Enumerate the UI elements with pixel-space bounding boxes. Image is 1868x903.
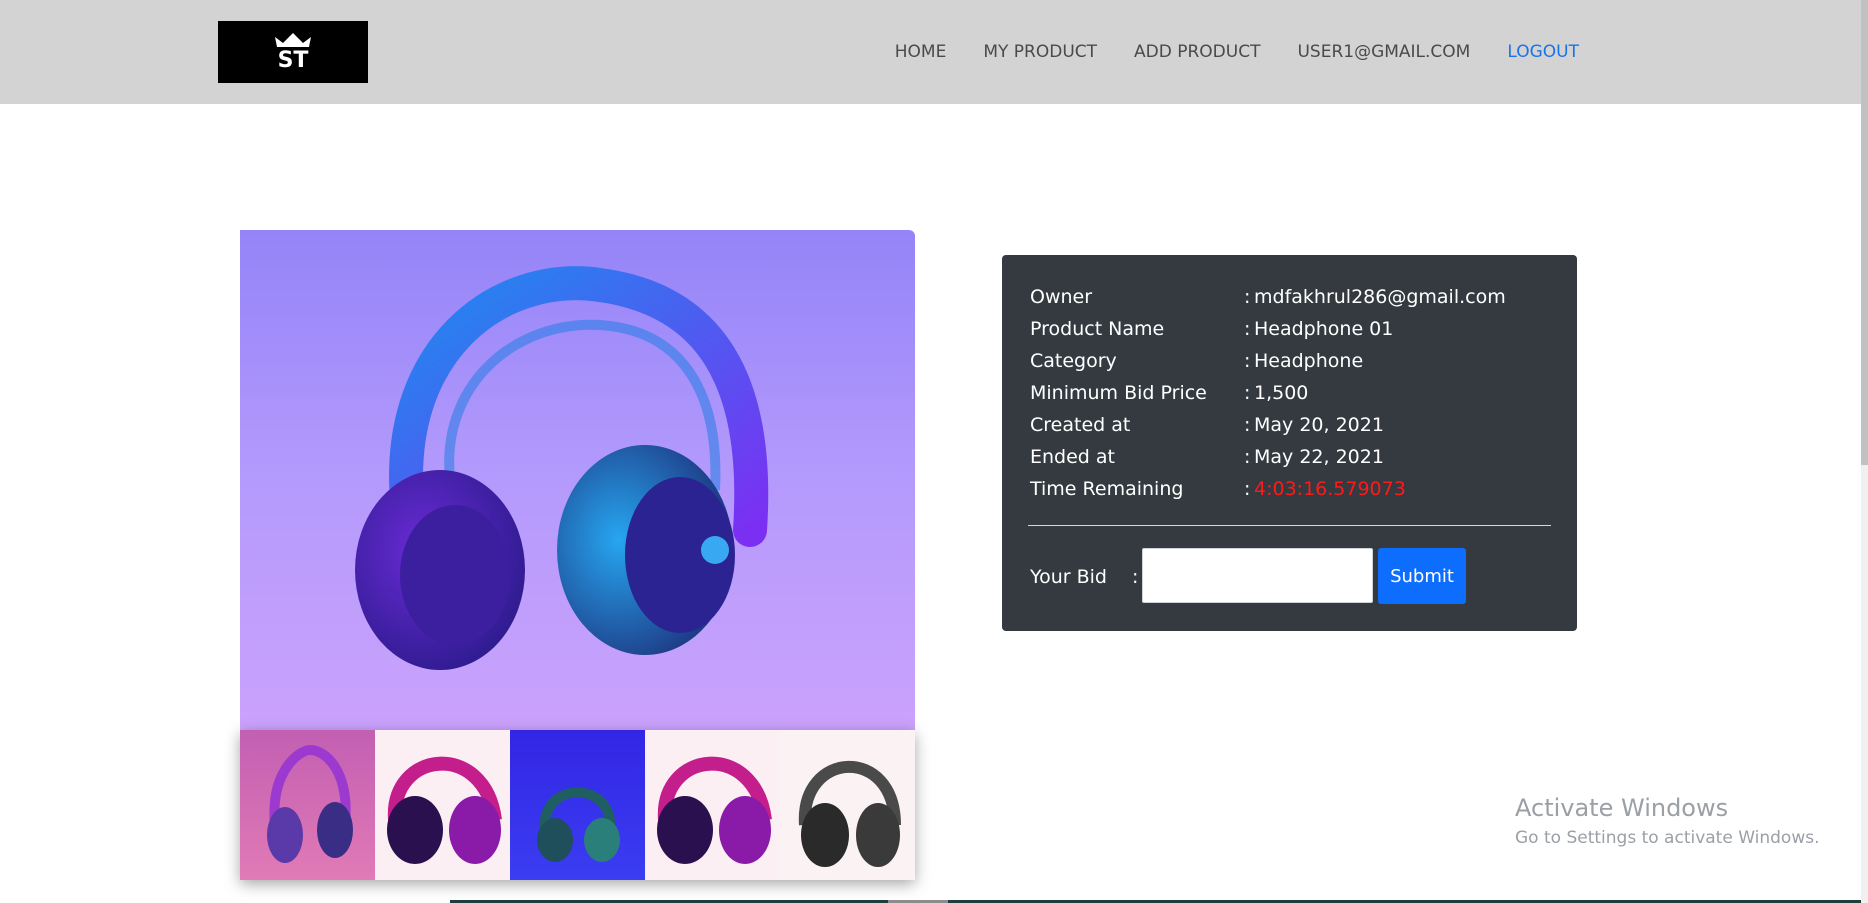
nav-user-email[interactable]: USER1@GMAIL.COM bbox=[1297, 42, 1470, 62]
row-label: Category bbox=[1030, 350, 1117, 372]
product-name-value: Headphone 01 bbox=[1254, 318, 1394, 340]
row-label: Created at bbox=[1030, 414, 1131, 436]
row-ended-at: Ended at : May 22, 2021 bbox=[1030, 441, 1560, 473]
row-label: Ended at bbox=[1030, 446, 1115, 468]
top-navbar: ST HOME MY PRODUCT ADD PRODUCT USER1@GMA… bbox=[0, 0, 1861, 104]
svg-text:ST: ST bbox=[278, 48, 309, 71]
nav-home[interactable]: HOME bbox=[895, 42, 947, 62]
row-category: Category : Headphone bbox=[1030, 345, 1560, 377]
row-created-at: Created at : May 20, 2021 bbox=[1030, 409, 1560, 441]
row-colon: : bbox=[1244, 478, 1251, 500]
nav-my-product[interactable]: MY PRODUCT bbox=[983, 42, 1097, 62]
headphone-image bbox=[355, 266, 769, 670]
row-owner: Owner : mdfakhrul286@gmail.com bbox=[1030, 281, 1560, 313]
nav-logout[interactable]: LOGOUT bbox=[1507, 42, 1579, 62]
category-value: Headphone bbox=[1254, 350, 1364, 372]
your-bid-colon: : bbox=[1132, 566, 1139, 588]
time-remaining-value: 4:03:16.579073 bbox=[1254, 478, 1406, 500]
headphone-black-thumb-icon bbox=[798, 760, 901, 867]
thumbnail-3[interactable] bbox=[510, 730, 645, 880]
logo-mark-icon: ST bbox=[275, 33, 311, 71]
row-colon: : bbox=[1244, 446, 1251, 468]
row-label: Minimum Bid Price bbox=[1030, 382, 1207, 404]
card-divider bbox=[1028, 525, 1551, 526]
your-bid-label: Your Bid bbox=[1030, 566, 1107, 588]
thumbnail-2[interactable] bbox=[375, 730, 510, 880]
thumbnail-1[interactable] bbox=[240, 730, 375, 880]
product-main-image bbox=[240, 230, 915, 730]
bid-input[interactable] bbox=[1142, 548, 1373, 603]
row-colon: : bbox=[1244, 350, 1251, 372]
watermark-title: Activate Windows bbox=[1515, 794, 1729, 822]
headphone-pink-thumb-icon bbox=[267, 744, 353, 863]
owner-value: mdfakhrul286@gmail.com bbox=[1254, 286, 1506, 308]
vertical-scrollbar-thumb[interactable] bbox=[1861, 0, 1868, 465]
row-colon: : bbox=[1244, 286, 1251, 308]
site-logo[interactable]: ST bbox=[218, 21, 368, 83]
headphone-magenta-2-thumb-icon bbox=[657, 756, 772, 864]
row-time-remaining: Time Remaining : 4:03:16.579073 bbox=[1030, 473, 1560, 505]
vertical-scrollbar[interactable] bbox=[1861, 0, 1868, 903]
thumbnail-4[interactable] bbox=[645, 730, 780, 880]
row-label: Owner bbox=[1030, 286, 1093, 308]
row-product-name: Product Name : Headphone 01 bbox=[1030, 313, 1560, 345]
row-label: Product Name bbox=[1030, 318, 1165, 340]
row-colon: : bbox=[1244, 318, 1251, 340]
thumbnail-5[interactable] bbox=[780, 730, 915, 880]
nav-add-product[interactable]: ADD PRODUCT bbox=[1134, 42, 1260, 62]
nav-links: HOME MY PRODUCT ADD PRODUCT USER1@GMAIL.… bbox=[858, 0, 1579, 104]
row-minimum-bid: Minimum Bid Price : 1,500 bbox=[1030, 377, 1560, 409]
row-colon: : bbox=[1244, 382, 1251, 404]
row-colon: : bbox=[1244, 414, 1251, 436]
product-thumbnails bbox=[240, 730, 915, 880]
windows-activation-watermark: Activate Windows Go to Settings to activ… bbox=[1515, 794, 1820, 848]
watermark-subtitle: Go to Settings to activate Windows. bbox=[1515, 828, 1820, 848]
minimum-bid-value: 1,500 bbox=[1254, 382, 1309, 404]
headphone-blue-thumb-icon bbox=[537, 787, 620, 862]
ended-at-value: May 22, 2021 bbox=[1254, 446, 1384, 468]
headphone-magenta-thumb-icon bbox=[387, 756, 502, 864]
submit-button[interactable]: Submit bbox=[1378, 548, 1466, 604]
created-at-value: May 20, 2021 bbox=[1254, 414, 1384, 436]
row-label: Time Remaining bbox=[1030, 478, 1184, 500]
product-info-card: Owner : mdfakhrul286@gmail.com Product N… bbox=[1002, 255, 1577, 631]
